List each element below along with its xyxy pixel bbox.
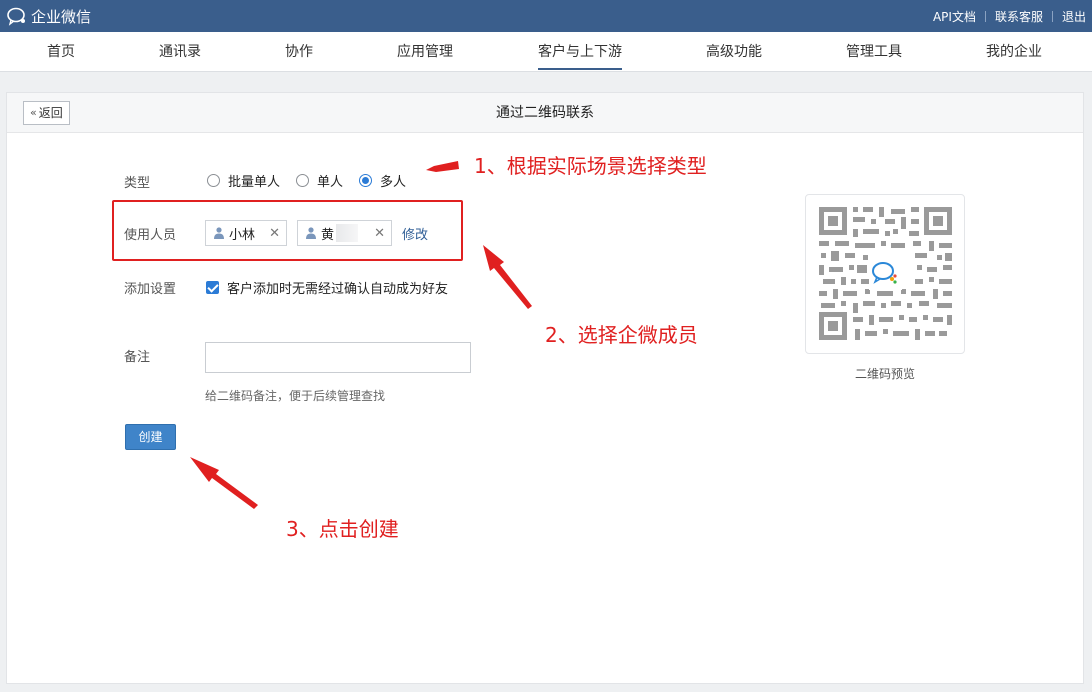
auto-accept-option[interactable]: 客户添加时无需经过确认自动成为好友 <box>206 278 448 297</box>
top-links: API文档 联系客服 退出 <box>933 8 1086 25</box>
member-tag: 黄 ✕ <box>297 220 392 246</box>
settings-label: 添加设置 <box>124 282 177 297</box>
nav-customers[interactable]: 客户与上下游 <box>538 32 622 72</box>
nav-management-tools[interactable]: 管理工具 <box>846 32 902 72</box>
members-label: 使用人员 <box>124 228 177 243</box>
contact-support-link[interactable]: 联系客服 <box>995 8 1043 25</box>
type-radio-group: 批量单人 单人 多人 <box>207 171 422 190</box>
nav-my-company[interactable]: 我的企业 <box>986 32 1042 72</box>
app-title: 企业微信 <box>31 7 92 26</box>
logout-link[interactable]: 退出 <box>1062 8 1086 25</box>
divider <box>984 11 986 22</box>
note-label: 备注 <box>124 350 151 365</box>
qr-caption: 二维码预览 <box>854 367 915 381</box>
page-title: 通过二维码联系 <box>496 105 594 121</box>
card-header: « 返回 通过二维码联系 <box>7 93 1083 133</box>
remove-member-icon[interactable]: ✕ <box>374 226 385 241</box>
annotation-step1: 1、根据实际场景选择类型 <box>474 154 707 178</box>
member-name: 小林 <box>229 227 256 243</box>
annotation-step3: 3、点击创建 <box>286 517 399 541</box>
top-bar: 企业微信 API文档 联系客服 退出 <box>0 0 1092 32</box>
radio-label: 批量单人 <box>228 175 281 190</box>
modify-members-link[interactable]: 修改 <box>402 224 428 243</box>
main-nav: 首页 通讯录 协作 应用管理 客户与上下游 高级功能 管理工具 我的企业 <box>0 32 1092 72</box>
radio-circle <box>296 174 310 187</box>
brand[interactable]: 企业微信 <box>6 5 91 27</box>
type-label: 类型 <box>124 176 151 191</box>
radio-circle-checked <box>359 174 373 187</box>
divider <box>1051 11 1053 22</box>
radio-label: 多人 <box>380 175 407 190</box>
note-input[interactable] <box>205 342 471 373</box>
annotation-step2: 2、选择企微成员 <box>545 323 698 347</box>
auto-accept-label: 客户添加时无需经过确认自动成为好友 <box>227 282 449 297</box>
api-docs-link[interactable]: API文档 <box>933 8 976 25</box>
qr-preview <box>805 194 965 354</box>
blurred-name-mask <box>336 224 359 242</box>
checkbox-checked[interactable] <box>206 281 219 294</box>
member-tag: 小林 ✕ <box>205 220 287 246</box>
note-hint: 给二维码备注，便于后续管理查找 <box>205 389 386 403</box>
nav-app-management[interactable]: 应用管理 <box>397 32 453 72</box>
radio-batch-single[interactable]: 批量单人 <box>207 171 280 190</box>
wecom-logo-icon <box>7 7 25 26</box>
radio-multiple[interactable]: 多人 <box>359 171 406 190</box>
qr-code-icon <box>819 207 952 340</box>
nav-home[interactable]: 首页 <box>47 32 75 72</box>
person-icon <box>306 227 316 239</box>
main-card: « 返回 通过二维码联系 类型 批量单人 单人 多人 使用人员 小林 ✕ 黄 ✕… <box>6 92 1084 684</box>
radio-single[interactable]: 单人 <box>296 171 343 190</box>
nav-advanced[interactable]: 高级功能 <box>706 32 762 72</box>
member-name: 黄 <box>321 227 335 243</box>
person-icon <box>214 227 224 239</box>
nav-collaboration[interactable]: 协作 <box>285 32 313 72</box>
nav-contacts[interactable]: 通讯录 <box>159 32 201 72</box>
radio-circle <box>207 174 220 187</box>
radio-label: 单人 <box>317 175 344 190</box>
create-button[interactable]: 创建 <box>125 424 176 450</box>
remove-member-icon[interactable]: ✕ <box>269 226 280 241</box>
